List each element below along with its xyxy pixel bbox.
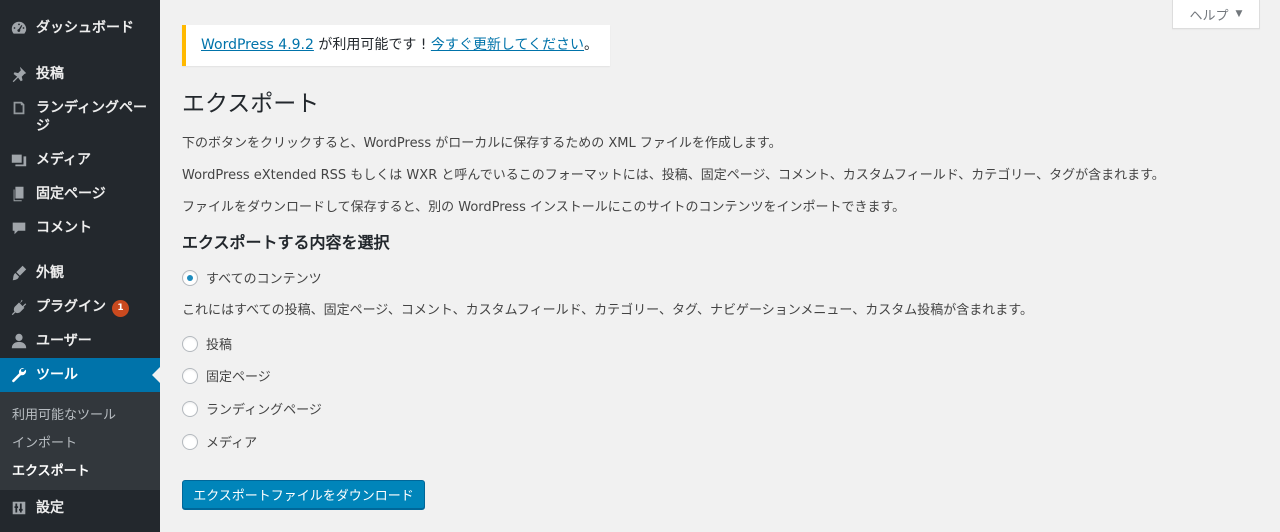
plugin-icon (10, 298, 28, 316)
description-paragraph-3: ファイルをダウンロードして保存すると、別の WordPress インストールにこ… (182, 200, 906, 215)
notice-end-text: 。 (584, 37, 599, 53)
download-export-file-button[interactable]: エクスポートファイルをダウンロード (182, 480, 425, 509)
settings-icon (10, 499, 28, 517)
radio-option-posts[interactable]: 投稿 (182, 334, 232, 353)
sidebar-item-label: ランディングページ (36, 100, 148, 134)
radio-option-media[interactable]: メディア (182, 432, 257, 451)
media-icon (10, 151, 28, 169)
radio-option-landing-pages[interactable]: ランディングページ (182, 399, 322, 418)
notice-text: が利用可能です ! (313, 37, 431, 53)
sidebar-item-users[interactable]: ユーザー (0, 329, 160, 353)
radio-button[interactable] (182, 367, 198, 384)
sidebar-item-appearance[interactable]: 外観 (0, 261, 160, 285)
description-paragraph-1: 下のボタンをクリックすると、WordPress がローカルに保存するための XM… (182, 136, 782, 151)
brush-icon (10, 264, 28, 282)
sidebar-item-media[interactable]: メディア (0, 148, 160, 172)
radio-option-all-content[interactable]: すべてのコンテンツ (182, 268, 322, 287)
radio-label: メディア (206, 436, 258, 451)
sidebar-item-dashboard[interactable]: ダッシュボード (0, 17, 160, 41)
tools-submenu: 利用可能なツール インポート エクスポート (0, 392, 160, 490)
page-icon (10, 185, 28, 203)
wrench-icon (10, 366, 28, 384)
page-title: エクスポート (182, 91, 320, 117)
sidebar-item-label: 固定ページ (36, 186, 106, 202)
sidebar-item-label: 設定 (36, 500, 64, 516)
sidebar-item-label: プラグイン 1 (36, 298, 152, 317)
radio-label: 固定ページ (206, 370, 271, 385)
sidebar-item-plugins[interactable]: プラグイン 1 (0, 295, 160, 319)
sidebar-item-pages[interactable]: 固定ページ (0, 182, 160, 206)
sidebar-item-tools[interactable]: ツール (0, 358, 160, 392)
radio-button[interactable] (182, 433, 198, 450)
admin-sidebar: ダッシュボード 投稿 ランディングページ メディア 固定ページ コメント 外観 … (0, 0, 160, 532)
pin-icon (10, 65, 28, 83)
radio-label: ランディングページ (206, 403, 322, 418)
comment-icon (10, 219, 28, 237)
update-count-badge: 1 (112, 300, 129, 317)
plugins-label: プラグイン (36, 299, 106, 315)
sidebar-item-landing-pages[interactable]: ランディングページ (0, 96, 160, 136)
submenu-item-import[interactable]: インポート (12, 432, 77, 451)
user-icon (10, 332, 28, 350)
chevron-down-icon: ▼ (1235, 9, 1243, 19)
current-menu-arrow (152, 367, 160, 383)
radio-option-pages[interactable]: 固定ページ (182, 366, 271, 385)
submenu-item-export[interactable]: エクスポート (12, 460, 90, 479)
wordpress-version-link[interactable]: WordPress 4.9.2 (201, 37, 314, 53)
submenu-item-available-tools[interactable]: 利用可能なツール (12, 404, 116, 423)
sidebar-item-label: コメント (36, 220, 92, 236)
sidebar-item-label: 外観 (36, 265, 64, 281)
book-icon (10, 99, 28, 117)
update-now-link[interactable]: 今すぐ更新してください (431, 37, 584, 53)
radio-button[interactable] (182, 335, 198, 352)
sidebar-item-posts[interactable]: 投稿 (0, 62, 160, 86)
section-heading: エクスポートする内容を選択 (182, 233, 390, 252)
update-notice: WordPress 4.9.2 が利用可能です ! 今すぐ更新してください。 (182, 25, 610, 66)
sidebar-item-label: ツール (36, 367, 78, 383)
radio-label: 投稿 (206, 338, 233, 353)
sidebar-item-label: ユーザー (36, 333, 92, 349)
sidebar-item-settings[interactable]: 設定 (0, 496, 160, 520)
radio-button[interactable] (182, 269, 198, 286)
help-tab-label: ヘルプ (1189, 8, 1229, 24)
description-paragraph-2: WordPress eXtended RSS もしくは WXR と呼んでいるこの… (182, 168, 1165, 183)
dashboard-icon (10, 19, 28, 37)
help-tab-button[interactable]: ヘルプ ▼ (1172, 0, 1260, 29)
sidebar-item-label: ダッシュボード (36, 20, 134, 36)
radio-label: すべてのコンテンツ (206, 272, 322, 287)
sidebar-item-label: メディア (36, 152, 92, 168)
radio-button[interactable] (182, 400, 198, 417)
sidebar-item-comments[interactable]: コメント (0, 216, 160, 240)
sidebar-item-label: 投稿 (36, 66, 64, 82)
all-content-description: これにはすべての投稿、固定ページ、コメント、カスタムフィールド、カテゴリー、タグ… (182, 303, 1033, 318)
